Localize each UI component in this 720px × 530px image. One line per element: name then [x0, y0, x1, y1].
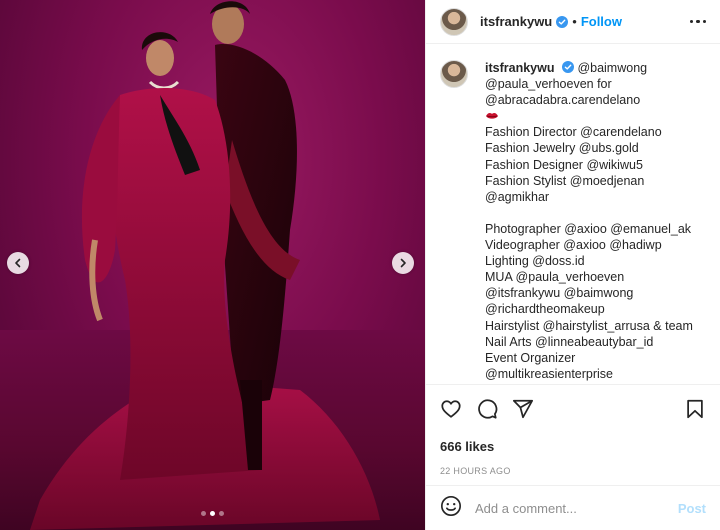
caption-line: Lighting @doss.id: [485, 254, 585, 269]
verified-badge-icon: [556, 15, 569, 28]
action-section: 666 likes 22 HOURS AGO: [426, 384, 720, 476]
caption-line-emoji: [485, 108, 693, 124]
chevron-left-icon: [15, 258, 21, 268]
post-button[interactable]: Post: [678, 501, 706, 516]
caption-line: Videographer @axioo @hadiwp: [485, 238, 662, 253]
slide-dot-active: [210, 511, 215, 516]
comment-icon[interactable]: [476, 398, 498, 420]
follow-button[interactable]: Follow: [581, 14, 622, 29]
caption-line: Nail Arts @linneabeautybar_id: [485, 334, 654, 349]
caption-text: itsfrankywu @baimwong @paula_verhoeven f…: [485, 60, 693, 384]
caption-avatar[interactable]: [440, 60, 468, 88]
post-header: itsfrankywu • Follow: [426, 0, 720, 44]
post-timestamp[interactable]: 22 HOURS AGO: [440, 466, 706, 476]
action-bar: [440, 397, 706, 421]
fashion-photo: [30, 1, 380, 530]
caption-line: Hairstylist @hairstylist_arrusa & team: [485, 318, 693, 333]
caption-line: @paula_verhoeven for: [485, 77, 612, 92]
lips-emoji-icon: [486, 113, 498, 119]
next-slide-button[interactable]: [392, 252, 414, 274]
caption-mention[interactable]: @baimwong: [577, 61, 647, 75]
bookmark-icon[interactable]: [684, 398, 706, 420]
caption-line: @multikreasienterprise: [485, 366, 614, 381]
separator: •: [572, 14, 577, 29]
previous-slide-button[interactable]: [7, 252, 29, 274]
caption-line: [485, 205, 693, 221]
caption-line: Event Organizer: [485, 350, 576, 365]
like-count[interactable]: 666 likes: [440, 439, 706, 454]
caption-line: @itsfrankywu @baimwong: [485, 286, 634, 301]
avatar[interactable]: [440, 7, 468, 36]
caption: itsfrankywu @baimwong @paula_verhoeven f…: [426, 44, 720, 384]
emoji-button[interactable]: [440, 495, 462, 522]
caption-line: @abracadabra.carendelano: [485, 93, 641, 108]
chevron-right-icon: [400, 258, 406, 268]
caption-line: Fashion Director @carendelano: [485, 125, 662, 140]
caption-line: Fashion Stylist @moedjenan: [485, 173, 645, 188]
slide-dot: [219, 511, 224, 516]
caption-line: Fashion Jewelry @ubs.gold: [485, 141, 639, 156]
caption-line: MUA @paula_verhoeven: [485, 270, 625, 285]
slide-indicator: [0, 511, 425, 516]
verified-badge-icon: [561, 61, 574, 73]
post-side-panel: itsfrankywu • Follow itsfrankywu @baimwo…: [425, 0, 720, 530]
caption-line: @agmikhar: [485, 189, 550, 204]
comment-input[interactable]: [475, 500, 675, 516]
caption-line: Fashion Designer @wikiwu5: [485, 157, 643, 172]
caption-line: @richardtheomakeup: [485, 302, 605, 317]
header-username[interactable]: itsfrankywu: [480, 14, 552, 29]
slide-dot: [201, 511, 206, 516]
share-icon[interactable]: [512, 398, 534, 420]
comment-bar: Post: [426, 485, 720, 530]
more-options-icon[interactable]: [690, 19, 706, 24]
caption-username[interactable]: itsfrankywu: [485, 61, 554, 75]
emoji-icon: [441, 495, 461, 516]
post-media[interactable]: [0, 0, 425, 530]
caption-line: Photographer @axioo @emanuel_ak: [485, 221, 692, 236]
heart-icon[interactable]: [440, 398, 462, 420]
